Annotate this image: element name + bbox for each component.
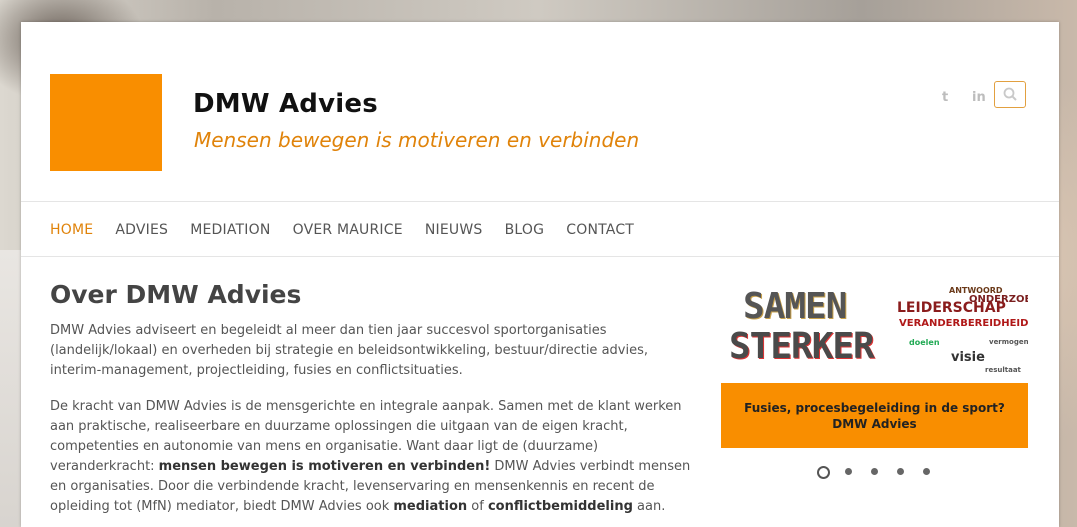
nav-item-blog[interactable]: BLOG (505, 222, 545, 238)
search-button[interactable] (994, 81, 1026, 108)
approach-text-3: of (467, 499, 488, 514)
cloud-word: visie (951, 350, 985, 365)
nav-item-nieuws[interactable]: NIEUWS (425, 222, 483, 238)
approach-text-4: aan. (632, 499, 666, 514)
linkedin-icon[interactable]: in (972, 90, 986, 105)
page-heading: Over DMW Advies (50, 280, 302, 309)
image-slider[interactable]: SAMEN STERKER ANTWOORD ONDERZOEK LEIDERS… (721, 279, 1028, 448)
nav-item-home[interactable]: HOME (50, 222, 93, 238)
word-cloud: ANTWOORD ONDERZOEK LEIDERSCHAP VERANDERB… (889, 284, 1028, 381)
nav-item-mediation[interactable]: MEDIATION (190, 222, 270, 238)
slider-dot-3[interactable] (871, 468, 878, 475)
nav-item-over-maurice[interactable]: OVER MAURICE (293, 222, 403, 238)
slide-image[interactable]: SAMEN STERKER ANTWOORD ONDERZOEK LEIDERS… (721, 279, 1028, 383)
cloud-word: LEIDERSCHAP (897, 300, 1006, 316)
site-title[interactable]: DMW Advies (193, 89, 378, 119)
nav-item-contact[interactable]: CONTACT (566, 222, 634, 238)
cloud-word: doelen (909, 338, 940, 347)
slider-dot-2[interactable] (845, 468, 852, 475)
intro-paragraph: DMW Advies adviseert en begeleidt al mee… (50, 323, 648, 378)
nav-divider (21, 256, 1059, 257)
mediation-bold: mediation (393, 499, 468, 514)
slide-word-sterker: STERKER (729, 326, 875, 367)
slider-dot-5[interactable] (923, 468, 930, 475)
twitter-icon[interactable]: t (942, 90, 948, 105)
main-nav: HOME ADVIES MEDIATION OVER MAURICE NIEUW… (50, 219, 651, 239)
slider-dot-1[interactable] (817, 466, 830, 479)
conflictbemiddeling-bold: conflictbemiddeling (487, 499, 633, 514)
slide-caption[interactable]: Fusies, procesbegeleiding in de sport? D… (721, 383, 1028, 448)
background-edge (0, 250, 21, 527)
cloud-word: vermogen (989, 338, 1028, 346)
approach-paragraph: De kracht van DMW Advies is de mensgeric… (50, 397, 700, 517)
search-icon (1003, 87, 1017, 101)
cloud-word: resultaat (985, 366, 1021, 374)
caption-line-1: Fusies, procesbegeleiding in de sport? (744, 401, 1005, 415)
header-divider (21, 201, 1059, 202)
cloud-word: VERANDERBEREIDHEID (899, 318, 1028, 329)
nav-item-advies[interactable]: ADVIES (115, 222, 168, 238)
caption-line-2: DMW Advies (832, 417, 917, 431)
site-logo[interactable] (50, 74, 162, 171)
slider-dot-4[interactable] (897, 468, 904, 475)
page-card: DMW Advies Mensen bewegen is motiveren e… (21, 22, 1059, 527)
slide-word-samen: SAMEN (743, 286, 847, 327)
site-tagline: Mensen bewegen is motiveren en verbinden (194, 128, 640, 152)
motto-bold: mensen bewegen is motiveren en verbinden… (158, 459, 491, 474)
